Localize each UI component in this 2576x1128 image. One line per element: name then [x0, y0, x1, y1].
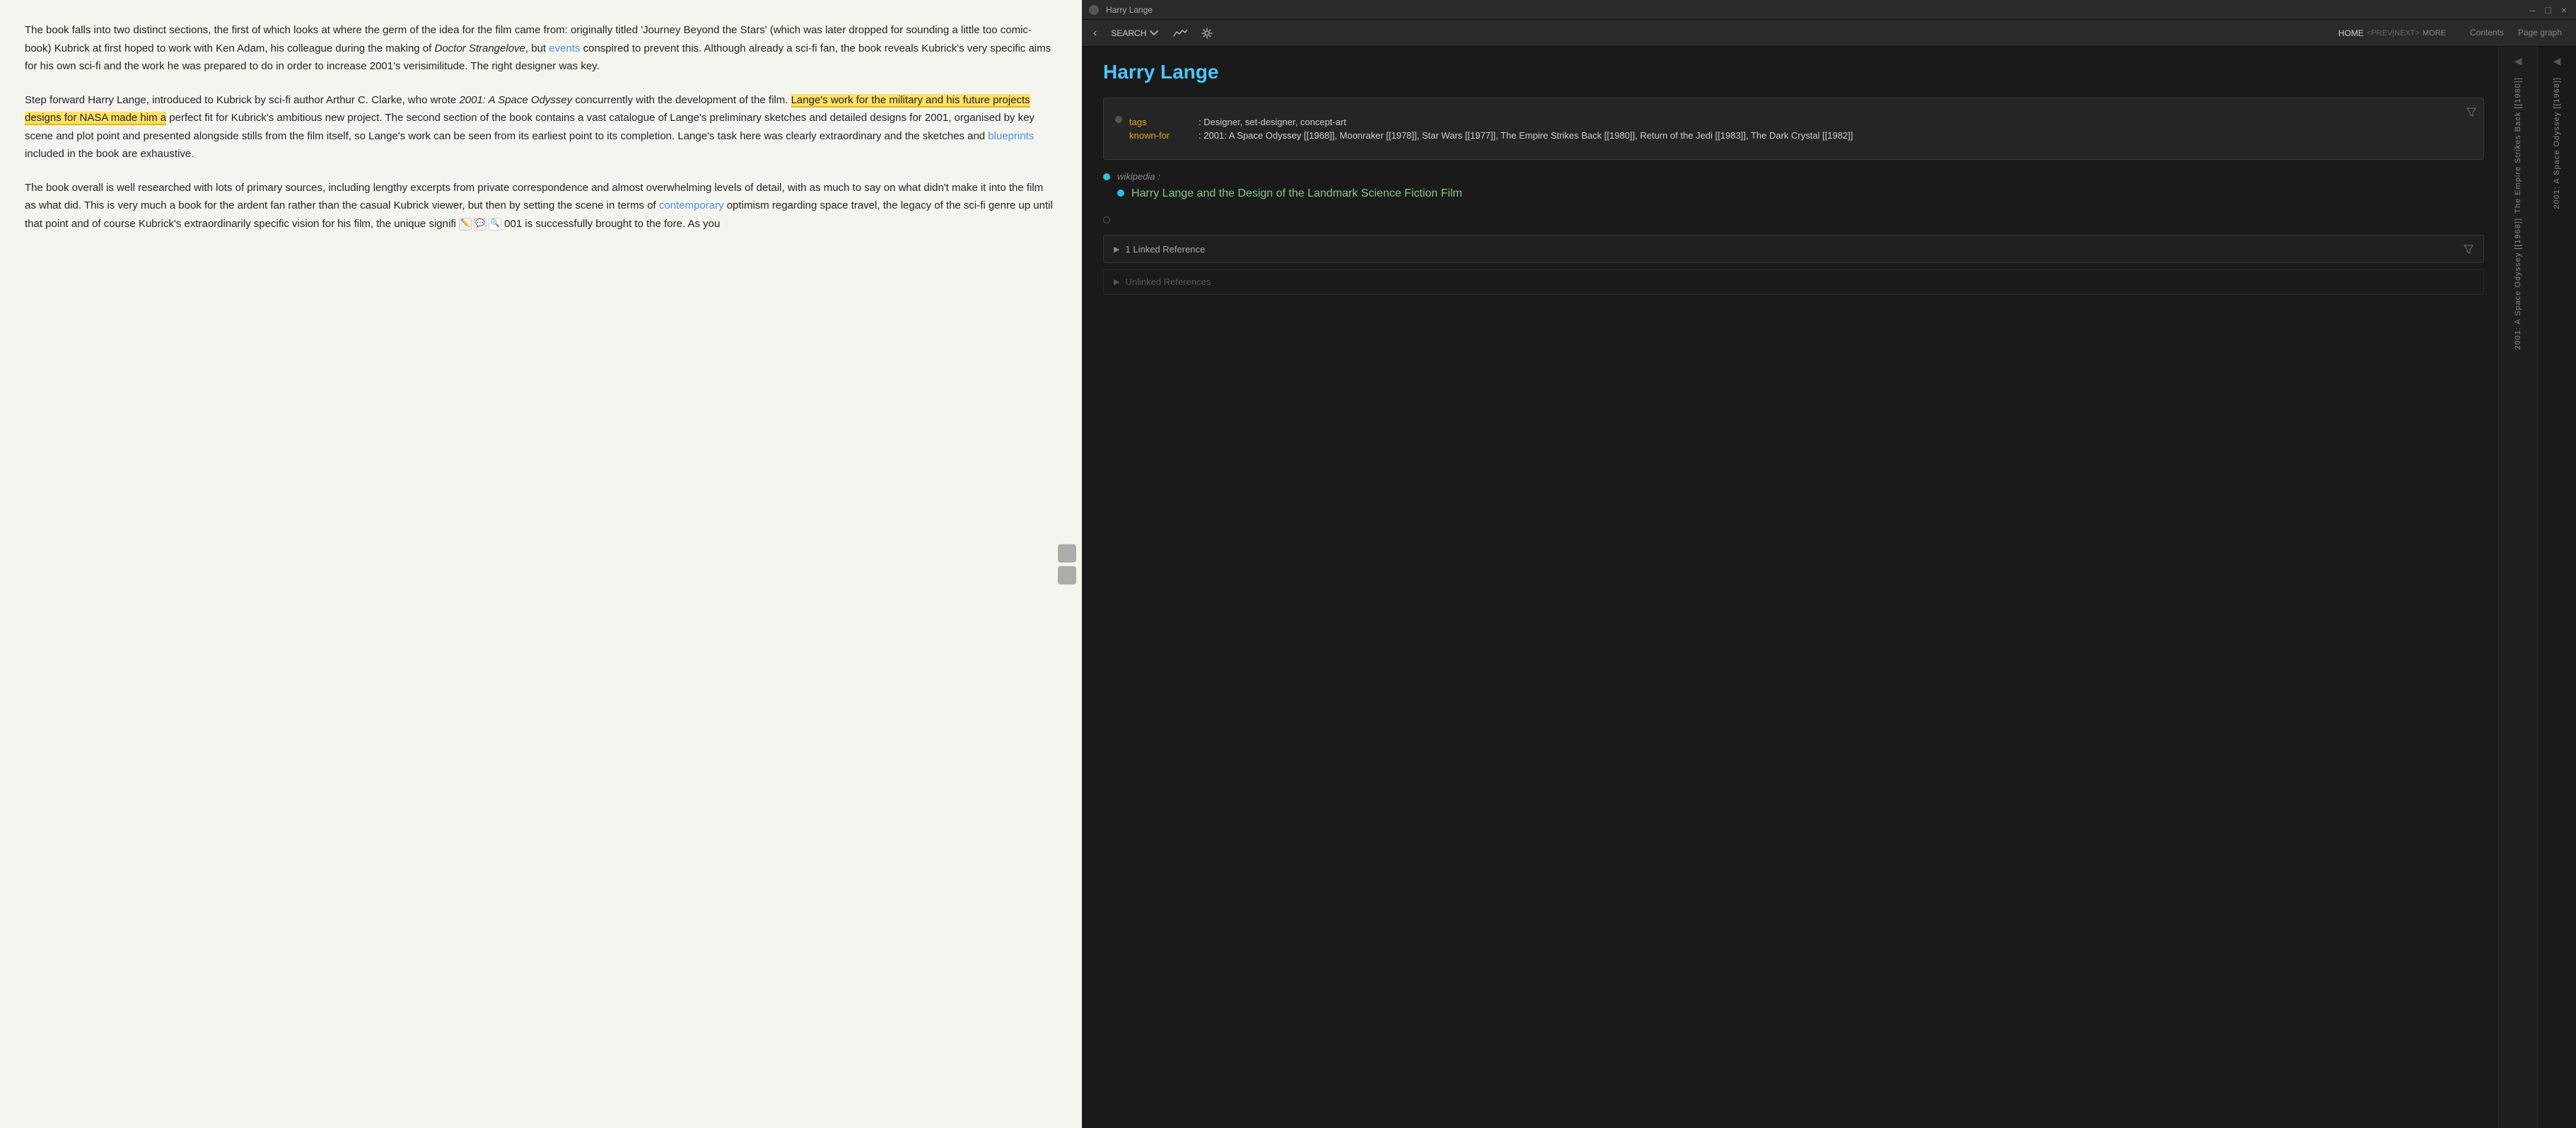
linked-references-bar[interactable]: ▶ 1 Linked Reference	[1103, 235, 2484, 263]
bullet-dot	[1115, 116, 1122, 123]
close-button[interactable]: ×	[2559, 4, 2569, 16]
paragraph-1: The book falls into two distinct section…	[25, 21, 1057, 76]
edit-icon[interactable]: ✏️	[459, 218, 472, 231]
right-tabs: Contents Page graph	[2463, 25, 2569, 42]
linked-ref-expand-icon: ▶	[1114, 245, 1119, 254]
back-button[interactable]: ‹	[1089, 24, 1101, 42]
known-for-row: known-for : 2001: A Space Odyssey [[1968…	[1129, 130, 1853, 141]
trending-icon	[1173, 28, 1187, 39]
wiki-article-row: Harry Lange and the Design of the Landma…	[1117, 187, 1462, 200]
back-icon: ‹	[1093, 27, 1097, 40]
contents-sidebar: ◀ The Empire Strikes Back [[1980]] 2001:…	[2498, 47, 2537, 1128]
page-graph-2001-text[interactable]: 2001: A Space Odyssey [[1968]]	[2553, 77, 2561, 209]
toolbar: ‹ SEARCH HOME <PREV|NEXT> MORE Conten	[1082, 20, 2576, 47]
nav-label: <PREV|NEXT>	[2367, 29, 2420, 37]
settings-icon-button[interactable]	[1197, 25, 1217, 42]
sidebar-2001-text[interactable]: 2001: A Space Odyssey [[1968]]	[2514, 218, 2522, 350]
search-icon	[1149, 28, 1159, 38]
tags-key: tags	[1129, 117, 1193, 127]
info-rows: tags : Designer, set-designer, concept-a…	[1129, 114, 1853, 144]
right-panel: Harry Lange – □ × ‹ SEARCH	[1082, 0, 2576, 1128]
title-bar: Harry Lange – □ ×	[1082, 0, 2576, 20]
app-icon	[1089, 5, 1099, 15]
wikipedia-section: wikipedia : Harry Lange and the Design o…	[1103, 171, 2484, 206]
wiki-bullet	[1103, 173, 1110, 180]
linked-ref-filter-icon	[2464, 243, 2473, 255]
filter-icon[interactable]	[2466, 105, 2476, 117]
home-area: HOME <PREV|NEXT> MORE	[2338, 28, 2446, 38]
page-content-area: Harry Lange tags : Designer, set-designe…	[1082, 47, 2498, 1128]
tags-value: : Designer, set-designer, concept-art	[1199, 117, 1346, 127]
blueprints-link[interactable]: blueprints	[988, 130, 1034, 142]
wiki-article-link[interactable]: Harry Lange and the Design of the Landma…	[1131, 187, 1462, 200]
empty-section	[1103, 214, 2484, 223]
events-link[interactable]: events	[549, 42, 580, 54]
scroll-controls	[1058, 544, 1076, 584]
unlinked-references-bar[interactable]: ▶ Unlinked References	[1103, 269, 2484, 295]
contemporary-link[interactable]: contemporary	[659, 199, 724, 211]
unlinked-ref-label: Unlinked References	[1126, 277, 1211, 287]
settings-icon	[1201, 28, 1213, 39]
maximize-button[interactable]: □	[2543, 4, 2553, 16]
unlinked-ref-expand-icon: ▶	[1114, 277, 1119, 286]
page-graph-collapse-arrow[interactable]: ◀	[2551, 52, 2564, 70]
main-content: Harry Lange tags : Designer, set-designe…	[1082, 47, 2576, 1128]
inline-action-icons: ✏️ 💬 🔍	[459, 218, 501, 231]
linked-ref-label: 1 Linked Reference	[1126, 244, 2458, 255]
tags-row: tags : Designer, set-designer, concept-a…	[1129, 117, 1853, 127]
wiki-label: wikipedia :	[1117, 171, 1462, 182]
sidebar-empire-text[interactable]: The Empire Strikes Back [[1980]]	[2514, 77, 2522, 214]
bullet-point-1: tags : Designer, set-designer, concept-a…	[1115, 114, 2472, 144]
home-label[interactable]: HOME	[2338, 28, 2364, 38]
scroll-up-button[interactable]	[1058, 544, 1076, 562]
tab-contents[interactable]: Contents	[2463, 25, 2511, 42]
known-for-value: : 2001: A Space Odyssey [[1968]], Moonra…	[1199, 130, 1853, 141]
wiki-content: wikipedia : Harry Lange and the Design o…	[1117, 171, 1462, 206]
chat-icon[interactable]: 💬	[474, 218, 486, 231]
page-graph-sidebar: ◀ 2001: A Space Odyssey [[1968]]	[2537, 47, 2576, 1128]
info-block: tags : Designer, set-designer, concept-a…	[1103, 98, 2484, 160]
article-panel: The book falls into two distinct section…	[0, 0, 1082, 1128]
trending-icon-button[interactable]	[1169, 25, 1191, 42]
more-button[interactable]: MORE	[2423, 29, 2446, 37]
title-bar-text: Harry Lange	[1106, 5, 1153, 15]
sidebar-collapse-arrow[interactable]: ◀	[2512, 52, 2525, 70]
minimize-button[interactable]: –	[2528, 4, 2538, 16]
known-for-key: known-for	[1129, 130, 1193, 141]
empty-bullet	[1103, 216, 1110, 223]
search-label: SEARCH	[1111, 28, 1146, 38]
tab-page-graph[interactable]: Page graph	[2511, 25, 2569, 42]
search-button[interactable]: SEARCH	[1107, 25, 1163, 41]
wiki-article-bullet	[1117, 190, 1124, 197]
window-controls: – □ ×	[2528, 4, 2569, 16]
page-title: Harry Lange	[1103, 61, 2484, 83]
paragraph-2: Step forward Harry Lange, introduced to …	[25, 91, 1057, 163]
scroll-down-button[interactable]	[1058, 566, 1076, 584]
google-icon[interactable]: 🔍	[489, 218, 501, 231]
paragraph-3: The book overall is well researched with…	[25, 179, 1057, 233]
